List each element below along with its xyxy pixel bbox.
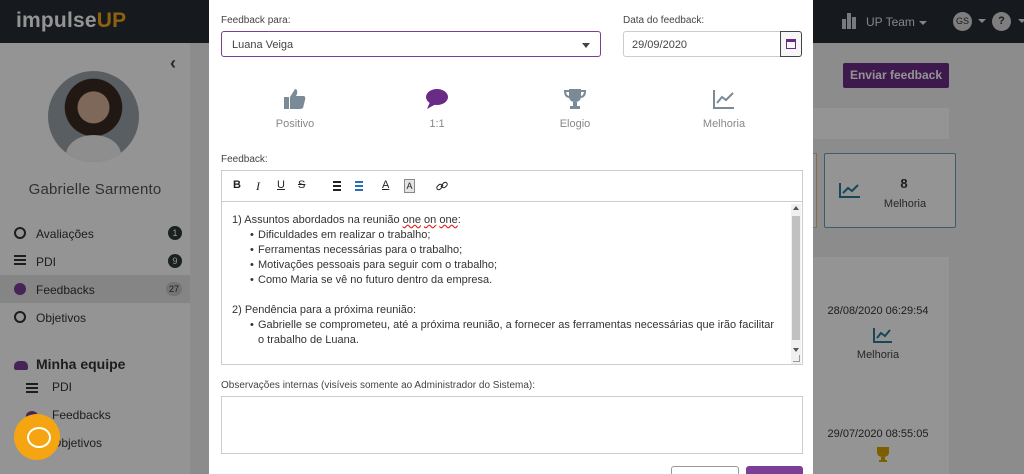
rich-text-editor[interactable]: B I U S A A 1) Assuntos abordados na reu… (221, 170, 803, 365)
calendar-icon (786, 39, 796, 49)
content-bullet: Como Maria se vê no futuro dentro da emp… (232, 273, 780, 288)
bold-button[interactable]: B (233, 179, 241, 193)
content-bullet: Dificuldades em realizar o trabalho; (232, 228, 780, 243)
content-heading: 1) Assuntos abordados na reunião one on … (232, 214, 461, 226)
chevron-down-icon (582, 43, 590, 48)
save-button[interactable] (746, 466, 803, 474)
type-label: 1:1 (429, 118, 445, 130)
editor-content[interactable]: 1) Assuntos abordados na reunião one on … (222, 203, 790, 364)
chart-line-icon (713, 90, 734, 109)
type-label: Elogio (559, 118, 591, 130)
type-label: Positivo (275, 118, 315, 130)
thumbs-up-icon (284, 89, 306, 109)
cancel-button[interactable] (671, 466, 739, 474)
italic-button[interactable]: I (256, 179, 260, 193)
chat-bubble-icon (426, 89, 448, 109)
link-icon[interactable] (436, 179, 448, 193)
content-heading: 2) Pendência para a próxima reunião: (232, 304, 417, 316)
feedback-modal: Feedback para: Luana Veiga Data do feedb… (209, 0, 813, 474)
strikethrough-button[interactable]: S (298, 179, 305, 193)
font-color-button[interactable]: A (382, 179, 389, 193)
calendar-button[interactable] (780, 31, 802, 57)
internal-notes-textarea[interactable] (221, 396, 803, 454)
scroll-thumb[interactable] (792, 216, 800, 340)
feedback-recipient-select[interactable]: Luana Veiga (221, 31, 601, 57)
ordered-list-icon[interactable] (329, 179, 341, 193)
internal-notes-label: Observações internas (visíveis somente a… (221, 380, 536, 391)
type-option-elogio[interactable]: Elogio (525, 86, 625, 134)
scroll-down-icon[interactable] (793, 348, 799, 352)
date-label: Data do feedback: (623, 15, 705, 26)
feedback-label: Feedback: (221, 154, 268, 165)
content-bullet: Ferramentas necessárias para o trabalho; (232, 243, 780, 258)
scroll-up-icon[interactable] (793, 206, 799, 210)
editor-scrollbar[interactable] (791, 204, 801, 364)
date-value: 29/09/2020 (632, 39, 688, 51)
background-color-button[interactable]: A (404, 179, 415, 193)
content-bullet: Motivações pessoais para seguir com o tr… (232, 258, 780, 273)
resize-handle-icon[interactable] (793, 355, 800, 362)
feedback-for-label: Feedback para: (221, 15, 291, 26)
type-option-melhoria[interactable]: Melhoria (674, 86, 774, 134)
editor-toolbar: B I U S A A (222, 171, 802, 202)
support-chat-button[interactable] (14, 414, 60, 460)
feedback-date-input[interactable]: 29/09/2020 (623, 31, 781, 57)
select-value: Luana Veiga (232, 39, 294, 51)
type-option-1-1[interactable]: 1:1 (387, 86, 487, 134)
underline-button[interactable]: U (277, 179, 285, 193)
trophy-icon (563, 89, 587, 109)
content-bullet: Gabrielle se comprometeu, até a próxima … (232, 318, 780, 348)
type-label: Melhoria (702, 118, 746, 130)
type-option-positivo[interactable]: Positivo (245, 86, 345, 134)
bullet-list-icon[interactable] (351, 179, 363, 193)
